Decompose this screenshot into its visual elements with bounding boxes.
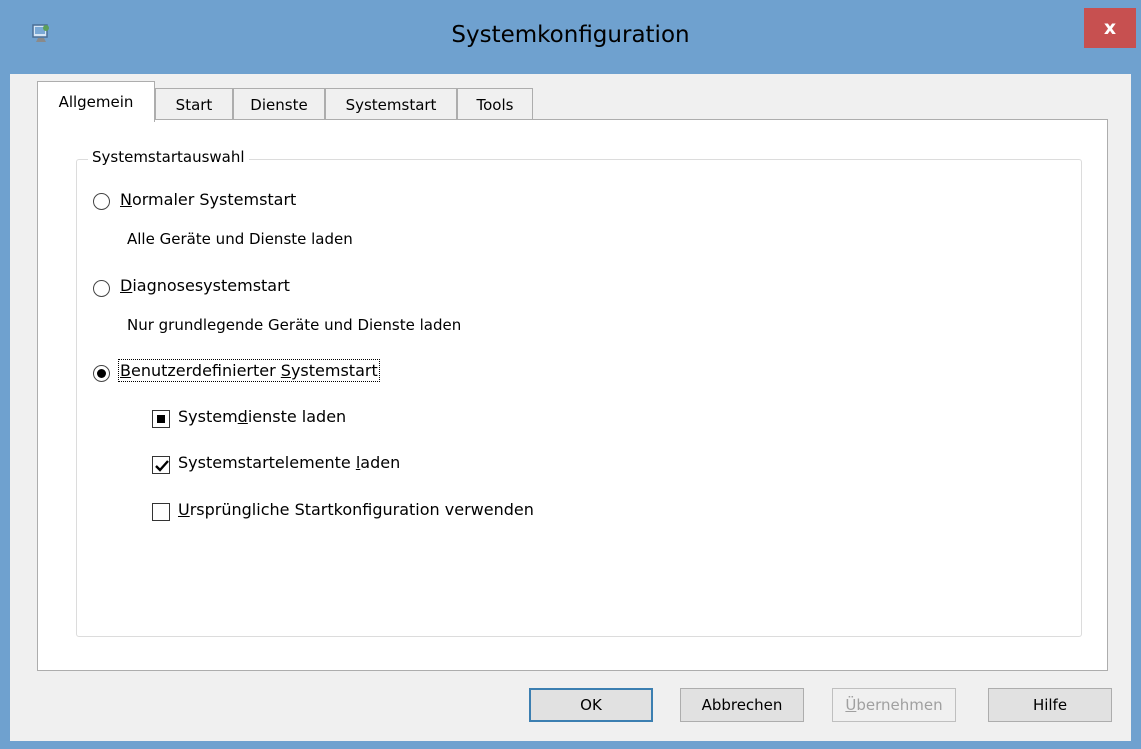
window-title: Systemkonfiguration — [451, 22, 690, 48]
tab-label: Allgemein — [58, 93, 134, 111]
check-text: rsprüngliche Startkonfiguration verwende… — [189, 500, 534, 519]
checkbox-use-original-boot-config[interactable] — [152, 503, 170, 521]
help-button[interactable]: Hilfe — [988, 688, 1112, 722]
option-label-selective-startup[interactable]: Benutzerdefinierter Systemstart — [118, 359, 380, 382]
option-label-normal-startup[interactable]: Normaler Systemstart — [120, 190, 296, 209]
tab-label: Dienste — [250, 95, 308, 114]
tab-label: Start — [175, 95, 213, 114]
option-description-diagnostic: Nur grundlegende Geräte und Dienste lade… — [127, 316, 462, 334]
radio-selected-dot — [97, 369, 106, 378]
tab-allgemein[interactable]: Allgemein — [37, 81, 155, 122]
radio-diagnostic-startup[interactable] — [93, 280, 110, 297]
option-label-diagnostic-startup[interactable]: Diagnosesystemstart — [120, 276, 290, 295]
checkbox-label-load-startup-items[interactable]: Systemstartelemente laden — [178, 453, 400, 472]
radio-selective-startup[interactable] — [93, 365, 110, 382]
check-text: Systemstartelemente — [178, 453, 356, 472]
tab-tools[interactable]: Tools — [457, 88, 533, 120]
ok-button[interactable]: OK — [529, 688, 653, 722]
checkbox-load-system-services[interactable] — [152, 410, 170, 428]
check-text: System — [178, 407, 238, 426]
checkbox-load-startup-items[interactable] — [152, 456, 170, 474]
button-label: OK — [580, 696, 602, 714]
system-configuration-window: Systemkonfiguration x Allgemein Start Di… — [0, 0, 1141, 749]
close-icon: x — [1103, 17, 1117, 39]
checkmark-icon — [155, 460, 169, 472]
indeterminate-icon — [157, 415, 165, 423]
check-text: ienste laden — [247, 407, 347, 426]
accelerator-key: D — [120, 276, 133, 295]
checkbox-label-load-system-services[interactable]: Systemdienste laden — [178, 407, 346, 426]
button-label: Hilfe — [1032, 696, 1068, 714]
apply-button[interactable]: Übernehmen — [832, 688, 956, 722]
tab-systemstart[interactable]: Systemstart — [325, 88, 457, 120]
radio-normal-startup[interactable] — [93, 193, 110, 210]
tab-label: Systemstart — [345, 95, 437, 114]
option-text: iagnosesystemstart — [132, 276, 290, 295]
button-label: Abbrechen — [701, 696, 783, 714]
accelerator-key: Ü — [845, 696, 857, 714]
option-text: ormaler Systemstart — [131, 190, 297, 209]
group-legend: Systemstartauswahl — [88, 148, 249, 166]
tab-label: Tools — [476, 95, 514, 114]
dialog-client-area: Allgemein Start Dienste Systemstart Tool… — [10, 74, 1131, 741]
cancel-button[interactable]: Abbrechen — [680, 688, 804, 722]
title-bar[interactable]: Systemkonfiguration x — [0, 0, 1141, 74]
close-button[interactable]: x — [1084, 8, 1136, 48]
accelerator-key: N — [120, 190, 132, 209]
button-label: bernehmen — [856, 696, 943, 714]
check-text: aden — [360, 453, 401, 472]
accelerator-key: d — [237, 407, 248, 426]
tab-dienste[interactable]: Dienste — [233, 88, 325, 120]
accelerator-key: B — [120, 361, 131, 380]
checkbox-label-use-original-boot-config[interactable]: Ursprüngliche Startkonfiguration verwend… — [178, 500, 534, 519]
accelerator-key: U — [178, 500, 190, 519]
accelerator-key: S — [280, 361, 291, 380]
option-text: ystemstart — [290, 361, 378, 380]
tab-start[interactable]: Start — [155, 88, 233, 120]
option-description-normal: Alle Geräte und Dienste laden — [127, 230, 353, 248]
tab-panel-allgemein: Systemstartauswahl Normaler Systemstart … — [37, 119, 1108, 671]
option-text: enutzerdefinierter — [130, 361, 281, 380]
